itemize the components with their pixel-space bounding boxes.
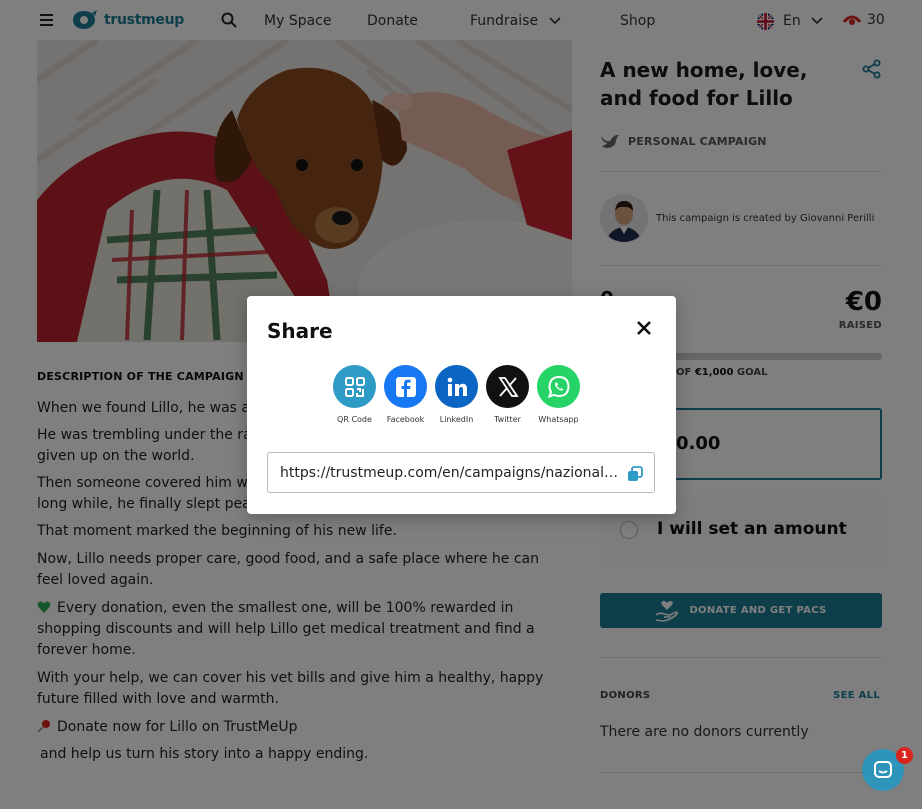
share-qr-code[interactable]: QR Code: [333, 365, 376, 424]
copy-icon[interactable]: [627, 466, 643, 482]
share-label: Whatsapp: [538, 415, 579, 424]
whatsapp-icon: [537, 365, 580, 408]
qr-code-icon: [333, 365, 376, 408]
share-url: https://trustmeup.com/en/campaigns/nazio…: [280, 464, 622, 481]
share-twitter[interactable]: Twitter: [486, 365, 529, 424]
share-url-field[interactable]: https://trustmeup.com/en/campaigns/nazio…: [267, 452, 655, 493]
share-modal: Share QR Code Facebook LinkedIn Twitter …: [247, 296, 676, 514]
share-linkedin[interactable]: LinkedIn: [435, 365, 478, 424]
x-icon: [486, 365, 529, 408]
close-icon[interactable]: [636, 320, 652, 336]
share-facebook[interactable]: Facebook: [384, 365, 427, 424]
share-whatsapp[interactable]: Whatsapp: [537, 365, 580, 424]
linkedin-icon: [435, 365, 478, 408]
modal-title: Share: [267, 319, 333, 343]
chat-badge: 1: [896, 747, 913, 764]
chat-icon: [874, 761, 892, 778]
facebook-icon: [384, 365, 427, 408]
share-options: QR Code Facebook LinkedIn Twitter Whatsa…: [333, 365, 580, 424]
